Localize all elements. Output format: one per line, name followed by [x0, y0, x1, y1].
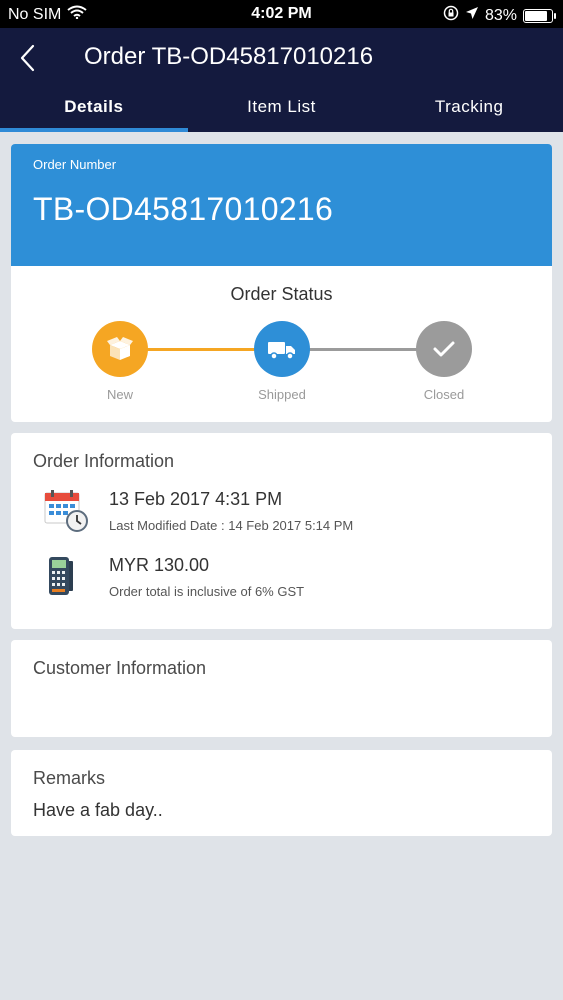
remarks-text: Have a fab day.. — [33, 800, 163, 820]
chevron-left-icon — [20, 44, 35, 72]
package-icon — [92, 321, 148, 377]
order-amount-row: MYR 130.00 Order total is inclusive of 6… — [43, 555, 304, 599]
order-status-tracker: New Shipped Closed — [11, 305, 552, 415]
status-step-new: New — [92, 321, 148, 402]
battery-percent: 83% — [484, 6, 517, 24]
back-button[interactable] — [10, 40, 44, 76]
tab-bar: Details Item List Tracking — [0, 88, 563, 132]
payment-terminal-icon — [43, 555, 97, 599]
status-step-shipped: Shipped — [254, 321, 310, 402]
last-modified-date: Last Modified Date : 14 Feb 2017 5:14 PM — [109, 518, 354, 533]
order-number: TB-OD45817010216 — [33, 191, 334, 227]
order-total: MYR 130.00 — [109, 555, 210, 575]
location-icon — [465, 6, 479, 25]
status-step-closed: Closed — [416, 321, 472, 402]
status-step-label: New — [106, 387, 133, 402]
page-title: Order TB-OD45817010216 — [84, 43, 374, 70]
order-status-title: Order Status — [230, 284, 333, 304]
order-number-label: Order Number — [33, 157, 117, 172]
check-icon — [416, 321, 472, 377]
order-number-header: Order Number TB-OD45817010216 — [11, 144, 552, 266]
calendar-clock-icon — [43, 489, 97, 533]
remarks-card: Remarks Have a fab day.. — [11, 750, 552, 836]
progress-line-shipped-closed — [307, 348, 417, 351]
remarks-title: Remarks — [33, 768, 106, 788]
battery-icon — [523, 8, 556, 23]
truck-icon — [254, 321, 310, 377]
order-date: 13 Feb 2017 4:31 PM — [109, 489, 283, 509]
battery-level — [525, 10, 547, 21]
order-card: Order Number TB-OD45817010216 Order Stat… — [11, 144, 552, 422]
status-step-label: Closed — [423, 387, 465, 402]
order-date-row: 13 Feb 2017 4:31 PM Last Modified Date :… — [43, 489, 353, 533]
customer-information-card: Customer Information — [11, 640, 552, 737]
tab-tracking[interactable]: Tracking — [375, 88, 563, 132]
order-total-note: Order total is inclusive of 6% GST — [109, 584, 305, 599]
tab-item-list[interactable]: Item List — [188, 88, 376, 132]
customer-information-title: Customer Information — [33, 658, 207, 678]
progress-line-new-shipped — [146, 348, 256, 351]
rotation-lock-icon — [443, 5, 459, 26]
order-information-title: Order Information — [33, 451, 175, 471]
status-step-label: Shipped — [258, 387, 306, 402]
navigation-bar: Order TB-OD45817010216 — [0, 28, 563, 88]
order-information-card: Order Information 13 Feb 2017 4:31 PM La… — [11, 433, 552, 629]
tab-details[interactable]: Details — [0, 88, 188, 132]
status-bar: No SIM 4:02 PM 83% — [0, 0, 563, 28]
